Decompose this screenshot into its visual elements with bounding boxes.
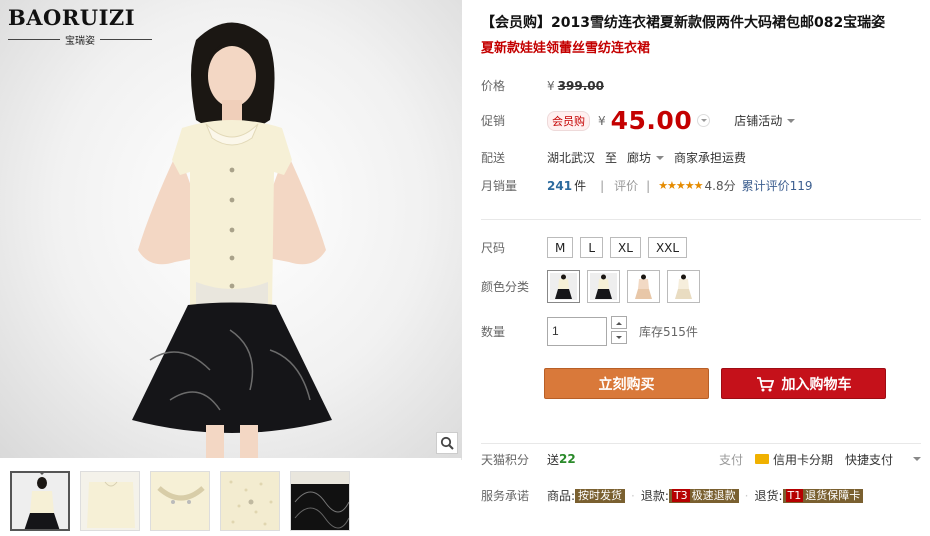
brand-subtitle: 宝瑞姿: [8, 32, 152, 47]
points-label: 天猫积分: [481, 452, 530, 467]
add-to-cart-label: 加入购物车: [781, 376, 852, 393]
currency-symbol: ¥: [547, 78, 555, 93]
delivery-destination-select[interactable]: 廊坊: [627, 149, 665, 166]
review-label: 评价: [614, 179, 639, 193]
promise-label: 服务承诺: [481, 489, 530, 503]
quantity-stepper: [611, 316, 627, 346]
sales-label: 月销量: [481, 179, 518, 193]
promo-row: 促销 会员购 ¥ 45.00 店铺活动: [481, 106, 796, 135]
add-to-cart-button[interactable]: 加入购物车: [721, 368, 886, 399]
color-label: 颜色分类: [481, 280, 530, 294]
color-option-2[interactable]: [587, 270, 620, 303]
separator: |: [646, 178, 651, 193]
thumbnail-3[interactable]: [150, 471, 210, 531]
return-label: 退货:: [754, 489, 783, 503]
price-label: 价格: [481, 79, 506, 93]
promo-label: 促销: [481, 114, 506, 128]
separator-dot: ·: [631, 488, 635, 503]
return-guarantee-badge[interactable]: T1 退货保障卡: [782, 488, 864, 503]
price-row: 价格 ¥ 399.00: [481, 77, 604, 94]
brand-name: BAORUIZI: [8, 5, 136, 30]
product-info: 【会员购】2013雪纺连衣裙夏新款假两件大码裙包邮082宝瑞姿 夏新款娃娃领蕾丝…: [462, 0, 930, 536]
color-row: 颜色分类: [481, 270, 707, 303]
pay-label: 支付: [718, 452, 743, 467]
goods-label: 商品:: [547, 489, 576, 503]
size-option-l[interactable]: L: [580, 237, 604, 258]
size-option-xxl[interactable]: XXL: [647, 237, 688, 258]
color-option-3[interactable]: [627, 270, 660, 303]
review-count-link[interactable]: 累计评价119: [742, 177, 813, 194]
quantity-row: 数量 库存515件: [481, 316, 698, 346]
size-option-xl[interactable]: XL: [610, 237, 641, 258]
product-gallery: BAORUIZI 宝瑞姿: [0, 0, 462, 536]
color-option-1[interactable]: [547, 270, 580, 303]
points-pay-bar: 天猫积分 送 22 支付 信用卡分期 快捷支付: [481, 443, 921, 473]
credit-card-icon: [754, 454, 769, 464]
thumbnail-strip: [0, 460, 462, 536]
service-promise-row: 服务承诺 商品: 按时发货 · 退款: T3 极速退款 · 退货: T1 退货保障卡: [481, 487, 864, 504]
fast-refund-badge[interactable]: T3 极速退款: [668, 488, 739, 503]
shipping-note: 商家承担运费: [674, 151, 747, 165]
separator-dot: ·: [744, 488, 749, 503]
on-time-shipping-badge[interactable]: 按时发货: [575, 488, 626, 503]
quantity-decrease-button[interactable]: [611, 331, 627, 344]
delivery-from: 湖北武汉: [547, 151, 596, 165]
brand-logo: BAORUIZI 宝瑞姿: [8, 6, 152, 47]
quantity-input[interactable]: [547, 316, 607, 346]
delivery-row: 配送 湖北武汉 至 廊坊 商家承担运费: [481, 149, 746, 166]
payment-methods: 支付 信用卡分期 快捷支付: [719, 451, 921, 468]
credit-installment: 信用卡分期: [772, 452, 833, 467]
sales-row: 月销量 241 件 | 评价 | ★★★★★ 4.8分 累计评价119: [481, 177, 813, 194]
promo-price: 45.00: [610, 106, 693, 135]
delivery-label: 配送: [481, 151, 506, 165]
rating-score: 4.8分: [704, 179, 736, 193]
thumbnail-1[interactable]: [10, 471, 70, 531]
thumbnail-5[interactable]: [290, 471, 350, 531]
store-activity-dropdown[interactable]: 店铺活动: [734, 112, 796, 129]
thumbnail-4[interactable]: [220, 471, 280, 531]
chevron-down-icon: [656, 156, 665, 164]
main-product-image[interactable]: BAORUIZI 宝瑞姿: [0, 0, 462, 458]
quick-pay: 快捷支付: [844, 452, 893, 467]
payment-expand-icon[interactable]: [913, 457, 921, 465]
sales-unit: 件: [574, 179, 587, 193]
product-title: 【会员购】2013雪纺连衣裙夏新款假两件大码裙包邮082宝瑞姿: [481, 15, 886, 31]
size-option-m[interactable]: M: [547, 237, 574, 258]
quantity-label: 数量: [481, 324, 506, 339]
quantity-increase-button[interactable]: [611, 316, 627, 329]
sales-count: 241: [547, 178, 573, 193]
original-price: 399.00: [557, 78, 604, 93]
promo-currency-symbol: ¥: [598, 113, 606, 128]
price-detail-toggle-icon[interactable]: [697, 114, 711, 127]
stock-text: 库存515件: [639, 324, 698, 339]
delivery-to-word: 至: [605, 151, 618, 165]
thumbnail-2[interactable]: [80, 471, 140, 531]
size-label: 尺码: [481, 241, 506, 255]
refund-label: 退款:: [640, 489, 669, 503]
buy-now-button[interactable]: 立刻购买: [544, 368, 709, 399]
color-option-4[interactable]: [667, 270, 700, 303]
cart-icon: [756, 376, 774, 391]
model-illustration: [132, 22, 332, 458]
points-give: 送: [547, 452, 560, 467]
chevron-down-icon: [787, 119, 796, 127]
size-row: 尺码 M L XL XXL: [481, 237, 694, 258]
points-value: 22: [559, 452, 576, 466]
magnifier-icon[interactable]: [436, 432, 458, 454]
separator: |: [600, 178, 605, 193]
vip-badge: 会员购: [547, 110, 590, 131]
product-subtitle: 夏新款娃娃领蕾丝雪纺连衣裙: [481, 41, 651, 56]
rating-stars-icon: ★★★★★: [658, 179, 703, 192]
divider: [481, 219, 921, 220]
